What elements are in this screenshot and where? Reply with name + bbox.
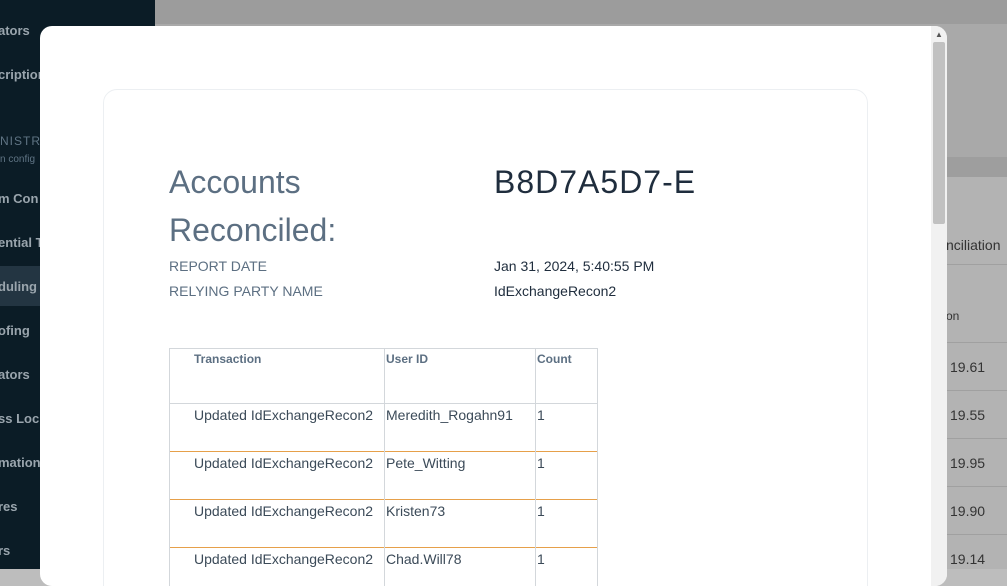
cell-count: 1 xyxy=(536,404,598,452)
transactions-table: Transaction User ID Count Updated IdExch… xyxy=(169,348,598,586)
background-topbar xyxy=(155,0,1007,24)
sidebar-item[interactable]: ss Loc xyxy=(0,411,39,426)
cell-transaction: Updated IdExchangeRecon2 xyxy=(170,404,385,452)
sidebar-item[interactable]: ofing xyxy=(0,323,30,338)
divider xyxy=(946,438,1007,439)
report-date-value: Jan 31, 2024, 5:40:55 PM xyxy=(494,258,654,274)
scrollbar-thumb[interactable] xyxy=(933,42,945,224)
cell-count: 1 xyxy=(536,500,598,548)
sidebar-item[interactable]: rs xyxy=(0,543,10,558)
divider xyxy=(946,342,1007,343)
cell-user-id: Meredith_Rogahn91 xyxy=(385,404,536,452)
sidebar-item[interactable]: ators xyxy=(0,367,30,382)
table-row: Updated IdExchangeRecon2 Chad.Will78 1 xyxy=(170,548,598,586)
relying-party-value: IdExchangeRecon2 xyxy=(494,283,616,299)
report-modal: Accounts Reconciled: B8D7A5D7-E REPORT D… xyxy=(40,26,947,586)
background-table-header: nciliation xyxy=(946,237,1000,253)
background-table-value: 19.61 xyxy=(950,359,985,375)
background-table-column: nciliation on 19.61 19.55 19.95 19.90 19… xyxy=(946,177,1007,569)
divider xyxy=(946,390,1007,391)
background-table-value: 19.14 xyxy=(950,551,985,567)
divider xyxy=(946,534,1007,535)
relying-party-label: RELYING PARTY NAME xyxy=(169,283,323,299)
background-table-value: 19.95 xyxy=(950,455,985,471)
sidebar-item[interactable]: duling xyxy=(0,279,37,294)
cell-transaction: Updated IdExchangeRecon2 xyxy=(170,548,385,586)
background-table-value: 19.90 xyxy=(950,503,985,519)
table-header-row: Transaction User ID Count xyxy=(170,349,598,404)
sidebar-item[interactable]: ators xyxy=(0,23,30,38)
modal-scrollbar[interactable]: ▲ xyxy=(931,26,947,586)
sidebar-item[interactable]: cription xyxy=(0,67,46,82)
sidebar-item[interactable]: m Con xyxy=(0,191,38,206)
cell-user-id: Kristen73 xyxy=(385,500,536,548)
cell-count: 1 xyxy=(536,548,598,586)
table-row: Updated IdExchangeRecon2 Kristen73 1 xyxy=(170,500,598,548)
report-card: Accounts Reconciled: B8D7A5D7-E REPORT D… xyxy=(103,89,868,586)
cell-count: 1 xyxy=(536,452,598,500)
report-id: B8D7A5D7-E xyxy=(494,158,696,206)
column-header-user-id: User ID xyxy=(385,349,536,404)
column-header-transaction: Transaction xyxy=(170,349,385,404)
background-table-value: 19.55 xyxy=(950,407,985,423)
background-table-subheader: on xyxy=(946,309,959,323)
cell-transaction: Updated IdExchangeRecon2 xyxy=(170,452,385,500)
table-row: Updated IdExchangeRecon2 Pete_Witting 1 xyxy=(170,452,598,500)
report-title: Accounts Reconciled: xyxy=(169,158,369,254)
column-header-count: Count xyxy=(536,349,598,404)
cell-transaction: Updated IdExchangeRecon2 xyxy=(170,500,385,548)
sidebar-item[interactable]: res xyxy=(0,499,18,514)
divider xyxy=(946,264,1007,265)
divider xyxy=(946,486,1007,487)
sidebar-item[interactable]: ential T xyxy=(0,235,44,250)
scroll-up-arrow-icon[interactable]: ▲ xyxy=(931,28,947,42)
cell-user-id: Pete_Witting xyxy=(385,452,536,500)
report-date-label: REPORT DATE xyxy=(169,258,267,274)
sidebar-section-subtitle: n config xyxy=(0,154,35,165)
table-row: Updated IdExchangeRecon2 Meredith_Rogahn… xyxy=(170,404,598,452)
cell-user-id: Chad.Will78 xyxy=(385,548,536,586)
